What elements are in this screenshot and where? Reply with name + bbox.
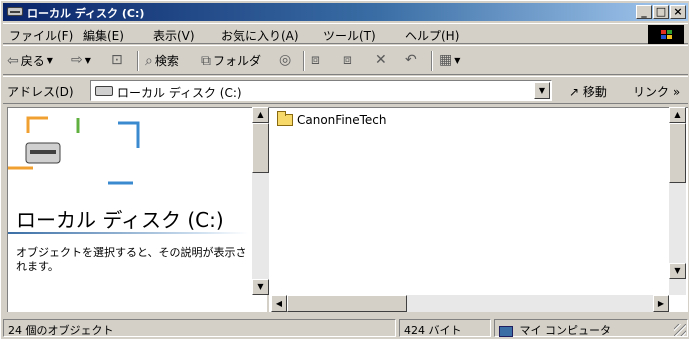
address-input[interactable]: ローカル ディスク (C:) ▼ xyxy=(90,80,552,101)
folders-label: フォルダ xyxy=(213,54,262,68)
toolbar-separator xyxy=(303,51,305,71)
views-button[interactable]: ▦ ▼ xyxy=(439,52,460,68)
explorer-window: ローカル ディスク (C:) _ □ × ファイル(F) 編集(E) 表示(V)… xyxy=(0,0,689,339)
address-dropdown-button[interactable]: ▼ xyxy=(534,82,550,99)
status-object-count: 24 個のオブジェクト xyxy=(3,319,396,337)
scroll-left-button[interactable]: ◀ xyxy=(271,295,287,312)
folders-icon: ⧉ xyxy=(201,52,211,69)
back-dropdown-icon[interactable]: ▼ xyxy=(47,56,53,65)
horizontal-scrollbar[interactable]: ◀ ▶ xyxy=(271,295,669,312)
file-list[interactable]: CanonFineTech xyxy=(269,107,688,312)
back-arrow-icon: ⇦ xyxy=(7,52,19,69)
forward-dropdown-icon[interactable]: ▼ xyxy=(85,56,91,65)
file-name: CanonFineTech xyxy=(297,113,387,127)
drive-icon xyxy=(7,7,23,16)
copy-to-button[interactable]: ⧈ xyxy=(343,52,352,68)
status-location: マイ コンピュータ xyxy=(494,319,688,337)
menu-bar: ファイル(F) 編集(E) 表示(V) お気に入り(A) ツール(T) ヘルプ(… xyxy=(3,23,688,44)
my-computer-icon xyxy=(499,325,513,337)
title-underline xyxy=(8,232,248,234)
status-location-label: マイ コンピュータ xyxy=(519,324,612,337)
title-bar[interactable]: ローカル ディスク (C:) _ □ × xyxy=(3,3,688,21)
address-label: アドレス(D) xyxy=(7,85,74,99)
window-title: ローカル ディスク (C:) xyxy=(27,7,145,20)
undo-icon: ↶ xyxy=(405,52,417,68)
back-label: 戻る xyxy=(20,54,45,68)
delete-button[interactable]: ✕ xyxy=(375,52,387,68)
search-icon: ⌕ xyxy=(145,52,153,69)
move-to-icon: ⧈ xyxy=(311,52,320,68)
left-vertical-scrollbar[interactable]: ▲ ▼ xyxy=(252,107,269,295)
address-value: ローカル ディスク (C:) xyxy=(117,86,242,100)
minimize-button[interactable]: _ xyxy=(636,5,652,19)
forward-arrow-icon: ⇨ xyxy=(71,52,83,68)
drive-icon xyxy=(95,86,113,96)
move-to-button[interactable]: ⧈ xyxy=(311,52,320,68)
search-label: 検索 xyxy=(154,54,179,68)
go-arrow-icon: ↗ xyxy=(569,85,580,99)
forward-button[interactable]: ⇨ ▼ xyxy=(71,52,91,68)
folder-icon xyxy=(277,111,293,126)
folders-button[interactable]: ⧉ フォルダ xyxy=(201,52,261,69)
scroll-thumb[interactable] xyxy=(252,123,269,173)
go-label: 移動 xyxy=(582,85,607,99)
history-icon: ◎ xyxy=(279,52,292,68)
scroll-right-button[interactable]: ▶ xyxy=(653,295,669,312)
menu-edit[interactable]: 編集(E) xyxy=(83,27,124,44)
toolbar: ⇦ 戻る ▼ ⇨ ▼ ⊡ ⌕ 検索 ⧉ フォルダ ◎ ⧈ ⧈ ✕ ↶ ▦ ▼ xyxy=(3,45,688,75)
scroll-up-button[interactable]: ▲ xyxy=(669,107,686,123)
status-size: 424 バイト xyxy=(399,319,491,337)
menu-view[interactable]: 表示(V) xyxy=(153,27,195,44)
search-button[interactable]: ⌕ 検索 xyxy=(145,52,179,69)
content-area: ローカル ディスク (C:) オブジェクトを選択すると、その説明が表示されます。… xyxy=(3,107,688,312)
undo-button[interactable]: ↶ xyxy=(405,52,417,68)
scroll-down-button[interactable]: ▼ xyxy=(252,279,269,295)
go-button[interactable]: ↗ 移動 xyxy=(569,83,607,100)
status-bar: 24 個のオブジェクト 424 バイト マイ コンピュータ xyxy=(3,317,688,338)
scroll-up-button[interactable]: ▲ xyxy=(252,107,269,123)
right-vertical-scrollbar[interactable]: ▲ ▼ xyxy=(669,107,686,295)
drive-title: ローカル ディスク (C:) xyxy=(16,208,224,232)
address-bar: アドレス(D) ローカル ディスク (C:) ▼ ↗ 移動 リンク » xyxy=(3,76,688,104)
menu-favorites[interactable]: お気に入り(A) xyxy=(221,27,299,44)
menu-tools[interactable]: ツール(T) xyxy=(323,27,376,44)
drive-banner-icon xyxy=(8,116,140,185)
views-icon: ▦ xyxy=(439,52,453,68)
back-button[interactable]: ⇦ 戻る ▼ xyxy=(7,52,53,69)
webview-pane: ローカル ディスク (C:) オブジェクトを選択すると、その説明が表示されます。 xyxy=(7,107,267,312)
menu-help[interactable]: ヘルプ(H) xyxy=(405,27,459,44)
copy-to-icon: ⧈ xyxy=(343,52,352,68)
selection-hint: オブジェクトを選択すると、その説明が表示されます。 xyxy=(16,246,247,273)
delete-icon: ✕ xyxy=(375,52,387,68)
toolbar-separator xyxy=(431,51,433,71)
scroll-down-button[interactable]: ▼ xyxy=(669,263,686,279)
views-dropdown-icon[interactable]: ▼ xyxy=(454,56,460,65)
resize-grip-icon[interactable] xyxy=(674,324,686,336)
toolbar-separator xyxy=(137,51,139,71)
up-folder-icon: ⊡ xyxy=(111,52,123,68)
history-button[interactable]: ◎ xyxy=(279,52,291,68)
close-button[interactable]: × xyxy=(670,5,686,19)
scroll-thumb[interactable] xyxy=(669,123,686,183)
menu-file[interactable]: ファイル(F) xyxy=(9,27,73,44)
up-folder-button[interactable]: ⊡ xyxy=(111,52,123,68)
list-item[interactable]: CanonFineTech xyxy=(277,111,387,127)
links-button[interactable]: リンク » xyxy=(633,83,680,100)
maximize-button[interactable]: □ xyxy=(653,5,669,19)
scroll-thumb[interactable] xyxy=(287,295,407,312)
windows-logo-icon xyxy=(648,25,684,44)
